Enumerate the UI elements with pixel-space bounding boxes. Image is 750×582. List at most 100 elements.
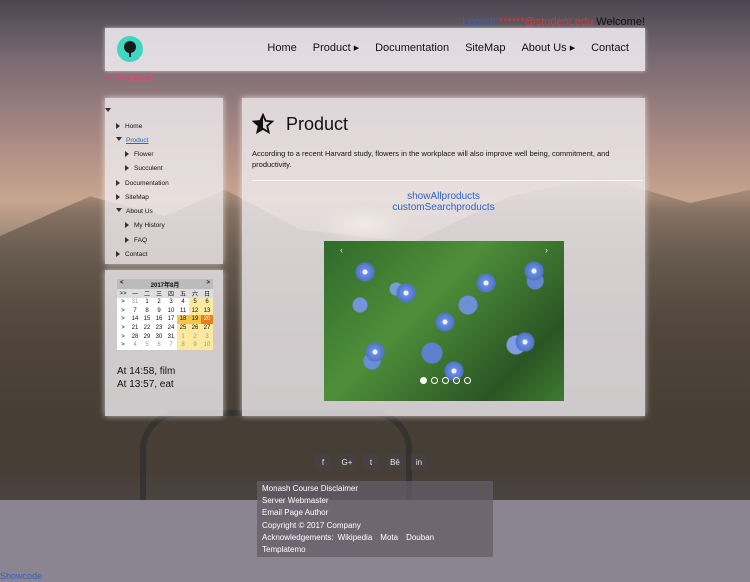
day-cell[interactable]: 17 <box>165 315 177 324</box>
main-content-panel: Product According to a recent Harvard st… <box>242 98 645 416</box>
carousel-dot[interactable] <box>420 377 427 384</box>
carousel-next-button[interactable]: › <box>545 245 548 255</box>
collapsed-icon <box>125 237 129 243</box>
tree-item-contact[interactable]: Contact <box>116 251 147 258</box>
day-cell[interactable]: 6 <box>201 298 213 307</box>
day-cell[interactable]: 1 <box>141 298 153 307</box>
day-cell[interactable]: 11 <box>177 307 189 316</box>
tree-item-my-history[interactable]: My History <box>125 222 165 229</box>
day-cell-today[interactable]: 20 <box>201 315 213 324</box>
day-cell[interactable]: 29 <box>141 332 153 341</box>
calendar-next-button[interactable]: > <box>206 280 210 288</box>
tree-item-faq[interactable]: FAQ <box>125 237 147 244</box>
carousel-prev-button[interactable]: ‹ <box>340 245 343 255</box>
showcode-link[interactable]: Showcode <box>0 571 42 581</box>
calendar-header: < 2017年8月 > <box>117 279 213 289</box>
day-cell[interactable]: 27 <box>201 323 213 333</box>
day-cell[interactable]: 1 <box>177 332 189 341</box>
day-cell[interactable]: 7 <box>129 307 141 316</box>
tree-item-home[interactable]: Home <box>116 123 142 130</box>
calendar-panel: < 2017年8月 > >> 一 二 三 四 五 六 日 > 31 1 2 3 … <box>105 270 223 416</box>
day-cell[interactable]: 22 <box>141 324 153 333</box>
day-cell[interactable]: 26 <box>189 323 201 333</box>
day-cell[interactable]: 7 <box>165 341 177 350</box>
flower-image-detail <box>394 281 418 305</box>
day-cell[interactable]: 25 <box>177 323 189 333</box>
carousel-dot[interactable] <box>442 377 449 384</box>
week-select[interactable]: > <box>117 332 129 341</box>
nav-contact[interactable]: Contact <box>583 42 637 54</box>
day-cell[interactable]: 24 <box>165 324 177 333</box>
day-cell[interactable]: 6 <box>153 341 165 350</box>
day-cell[interactable]: 10 <box>165 307 177 316</box>
day-cell[interactable]: 15 <box>141 315 153 324</box>
day-cell[interactable]: 12 <box>189 306 201 316</box>
tree-item-sitemap[interactable]: SiteMap <box>116 194 149 201</box>
day-cell[interactable]: 14 <box>129 315 141 324</box>
week-select[interactable]: > <box>117 324 129 333</box>
breadcrumb[interactable]: > Product <box>105 72 152 84</box>
day-cell[interactable]: 5 <box>189 298 201 307</box>
week-select[interactable]: > <box>117 315 129 324</box>
day-cell[interactable]: 4 <box>177 298 189 307</box>
day-cell[interactable]: 23 <box>153 324 165 333</box>
show-all-products-link[interactable]: showAllproducts <box>242 191 645 202</box>
ack-wikipedia-link[interactable]: Wikipedia <box>338 533 373 542</box>
week-select[interactable]: > <box>117 307 129 316</box>
day-cell[interactable]: 31 <box>165 332 177 341</box>
day-cell[interactable]: 9 <box>153 307 165 316</box>
week-select[interactable]: > <box>117 341 129 350</box>
site-logo[interactable] <box>117 36 143 62</box>
behance-icon[interactable]: Bē <box>387 454 403 470</box>
tree-item-documentation[interactable]: Documentation <box>116 180 169 187</box>
nav-documentation[interactable]: Documentation <box>367 42 457 54</box>
nav-about[interactable]: About Us ▶ <box>513 42 583 54</box>
linkedin-icon[interactable]: in <box>411 454 427 470</box>
day-cell[interactable]: 30 <box>153 332 165 341</box>
logout-link[interactable]: Logout <box>462 16 496 28</box>
footer-line[interactable]: Monash Course Disclaimer <box>262 484 358 493</box>
tree-item-flower[interactable]: Flower <box>125 151 154 158</box>
google-plus-icon[interactable]: G+ <box>339 454 355 470</box>
day-cell[interactable]: 5 <box>141 341 153 350</box>
twitter-icon[interactable]: t <box>363 454 379 470</box>
day-cell[interactable]: 31 <box>129 298 141 307</box>
day-cell[interactable]: 4 <box>129 341 141 350</box>
nav-home[interactable]: Home <box>259 42 304 54</box>
image-carousel[interactable]: ‹ › <box>324 241 564 401</box>
tree-item-product[interactable]: Product <box>116 137 148 144</box>
tree-item-about[interactable]: About Us <box>116 208 153 215</box>
collapsed-icon <box>116 123 120 129</box>
day-cell[interactable]: 28 <box>129 332 141 341</box>
tree-root-toggle[interactable] <box>105 108 115 115</box>
day-cell[interactable]: 3 <box>165 298 177 307</box>
calendar-prev-button[interactable]: < <box>120 280 124 288</box>
day-cell[interactable]: 21 <box>129 324 141 333</box>
ack-douban-link[interactable]: Douban <box>406 533 434 542</box>
footer-templatemo-link[interactable]: Templatemo <box>262 545 306 554</box>
day-cell[interactable]: 13 <box>201 306 213 316</box>
footer-line[interactable]: Server Webmaster <box>262 496 329 505</box>
day-cell[interactable]: 3 <box>201 332 213 341</box>
day-cell[interactable]: 19 <box>189 315 201 324</box>
custom-search-products-link[interactable]: customSearchproducts <box>242 202 645 213</box>
footer-line[interactable]: Email Page Author <box>262 508 328 517</box>
day-cell[interactable]: 16 <box>153 315 165 324</box>
nav-product[interactable]: Product ▶ <box>305 42 367 54</box>
calendar-week-row: > 21 22 23 24 25 26 27 <box>117 323 213 333</box>
nav-sitemap[interactable]: SiteMap <box>457 42 513 54</box>
day-cell[interactable]: 9 <box>189 340 201 350</box>
day-cell[interactable]: 8 <box>177 340 189 350</box>
day-cell[interactable]: 10 <box>201 340 213 350</box>
day-cell[interactable]: 2 <box>153 298 165 307</box>
tree-item-succulent[interactable]: Succulent <box>125 165 163 172</box>
ack-mota-link[interactable]: Mota <box>380 533 398 542</box>
day-cell[interactable]: 8 <box>141 307 153 316</box>
carousel-dot[interactable] <box>453 377 460 384</box>
day-cell[interactable]: 18 <box>177 315 189 324</box>
carousel-dot[interactable] <box>431 377 438 384</box>
week-select[interactable]: > <box>117 298 129 307</box>
facebook-icon[interactable]: f <box>315 454 331 470</box>
carousel-dot[interactable] <box>464 377 471 384</box>
day-cell[interactable]: 2 <box>189 332 201 341</box>
